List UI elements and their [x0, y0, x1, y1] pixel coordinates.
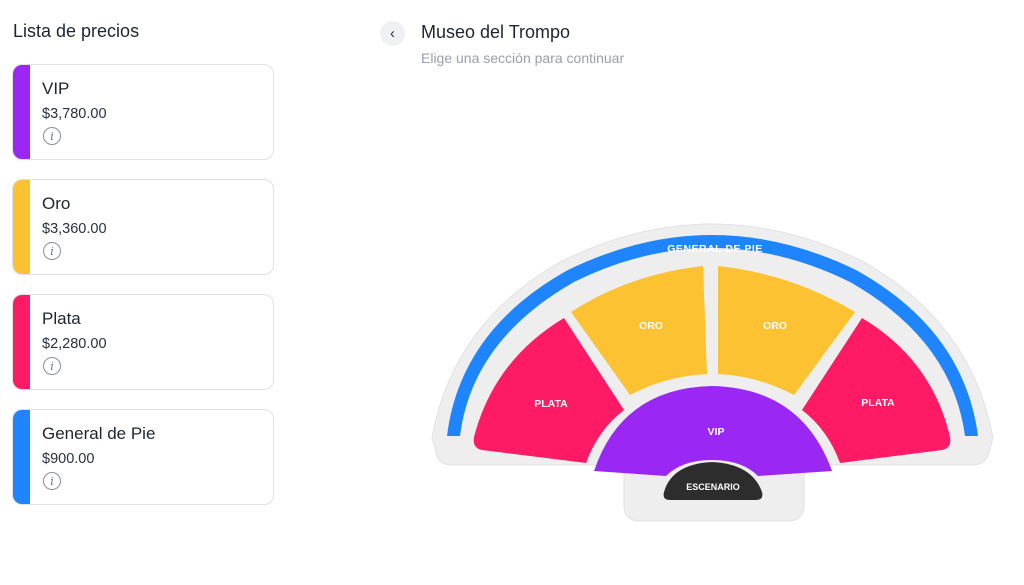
label-oro-left: ORO [639, 320, 663, 332]
label-vip: VIP [708, 426, 725, 438]
label-plata-left: PLATA [534, 398, 568, 410]
label-general-de-pie: GENERAL DE PIE [667, 243, 763, 255]
label-plata-right: PLATA [861, 397, 895, 409]
seating-map: GENERAL DE PIE PLATA ORO ORO PLATA VIP E… [431, 223, 994, 522]
label-oro-right: ORO [763, 320, 787, 332]
label-stage: ESCENARIO [686, 482, 740, 492]
